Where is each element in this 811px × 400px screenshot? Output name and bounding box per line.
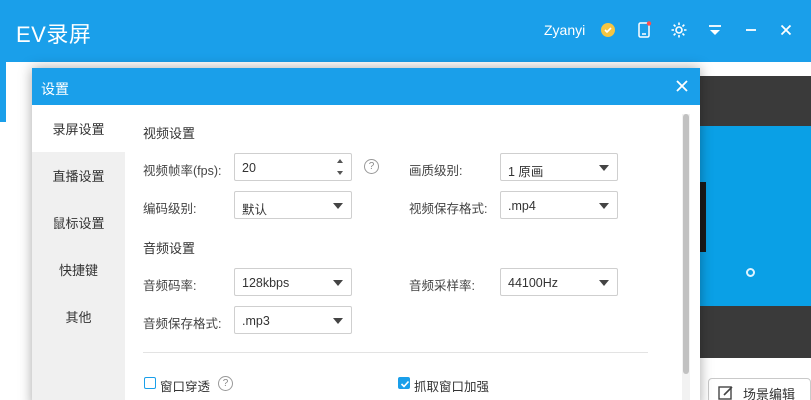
nav-item-hotkeys[interactable]: 快捷键: [32, 246, 125, 293]
chevron-down-icon: [599, 203, 609, 209]
preview-screen: [700, 126, 811, 306]
nav-item-mouse[interactable]: 鼠标设置: [32, 199, 125, 246]
samplerate-select[interactable]: 44100Hz: [500, 268, 618, 296]
chevron-down-icon: [333, 203, 343, 209]
chevron-down-icon: [599, 280, 609, 286]
settings-dialog: 设置 录屏设置 直播设置 鼠标设置 快捷键 其他: [32, 68, 700, 400]
nav-item-other[interactable]: 其他: [32, 293, 125, 340]
bitrate-select[interactable]: 128kbps: [234, 268, 352, 296]
scene-edit-label: 场景编辑: [743, 386, 796, 400]
coin-icon[interactable]: [596, 18, 620, 42]
quality-value: 1 原画: [508, 165, 544, 179]
bitrate-value: 128kbps: [242, 276, 290, 290]
fps-help-icon[interactable]: ?: [364, 159, 379, 174]
preview-icon: [746, 268, 755, 277]
chevron-down-icon: [599, 165, 609, 171]
preview-window-edge: [700, 182, 706, 252]
minimize-icon[interactable]: [739, 18, 763, 42]
username[interactable]: Zyanyi: [544, 22, 585, 38]
nav-item-recording[interactable]: 录屏设置: [32, 105, 125, 152]
encoding-label: 编码级别:: [143, 202, 197, 216]
audio-format-label: 音频保存格式:: [143, 317, 222, 331]
fps-label: 视频帧率(fps):: [143, 164, 222, 178]
dialog-header: 设置: [32, 68, 700, 105]
video-format-select[interactable]: .mp4: [500, 191, 618, 219]
quality-select[interactable]: 1 原画: [500, 153, 618, 181]
phone-icon[interactable]: [632, 18, 656, 42]
nav-item-live[interactable]: 直播设置: [32, 152, 125, 199]
checkmark-icon: [400, 380, 410, 388]
app-header: EV录屏 Zyanyi: [0, 0, 811, 62]
chevron-down-icon: [333, 318, 343, 324]
gear-icon[interactable]: [667, 18, 691, 42]
left-panel-edge: [0, 62, 6, 122]
window-through-label[interactable]: 窗口穿透: [160, 376, 210, 395]
dialog-title: 设置: [41, 81, 69, 97]
samplerate-value: 44100Hz: [508, 276, 559, 290]
samplerate-label: 音频采样率:: [409, 279, 475, 293]
video-section-title: 视频设置: [143, 126, 196, 141]
chevron-down-icon: [333, 280, 343, 286]
capture-boost-checkbox[interactable]: [398, 377, 410, 389]
quality-label: 画质级别:: [409, 164, 463, 178]
audio-format-value: .mp3: [242, 314, 270, 328]
bitrate-label: 音频码率:: [143, 279, 197, 293]
fps-stepper[interactable]: 20: [234, 153, 352, 181]
close-icon[interactable]: [774, 18, 798, 42]
section-divider: [143, 352, 648, 353]
audio-section-title: 音频设置: [143, 241, 196, 256]
scene-edit-button[interactable]: 场景编辑: [708, 378, 811, 400]
video-format-value: .mp4: [508, 199, 536, 213]
fps-spinner[interactable]: [334, 155, 350, 179]
menu-icon[interactable]: [703, 18, 727, 42]
video-format-label: 视频保存格式:: [409, 202, 488, 216]
window-through-help-icon[interactable]: ?: [218, 376, 233, 391]
audio-format-select[interactable]: .mp3: [234, 306, 352, 334]
spin-down-icon[interactable]: [337, 171, 343, 175]
encoding-select[interactable]: 默认: [234, 191, 352, 219]
edit-icon: [718, 386, 733, 400]
app-title: EV录屏: [16, 22, 92, 47]
scrollbar-thumb[interactable]: [683, 114, 689, 374]
encoding-value: 默认: [242, 203, 268, 217]
dialog-close-icon[interactable]: [674, 78, 690, 94]
window-through-checkbox[interactable]: [144, 377, 156, 389]
capture-boost-label[interactable]: 抓取窗口加强: [414, 376, 489, 395]
fps-value: 20: [242, 161, 256, 175]
spin-up-icon[interactable]: [337, 159, 343, 163]
settings-nav: 录屏设置 直播设置 鼠标设置 快捷键 其他: [32, 105, 125, 400]
